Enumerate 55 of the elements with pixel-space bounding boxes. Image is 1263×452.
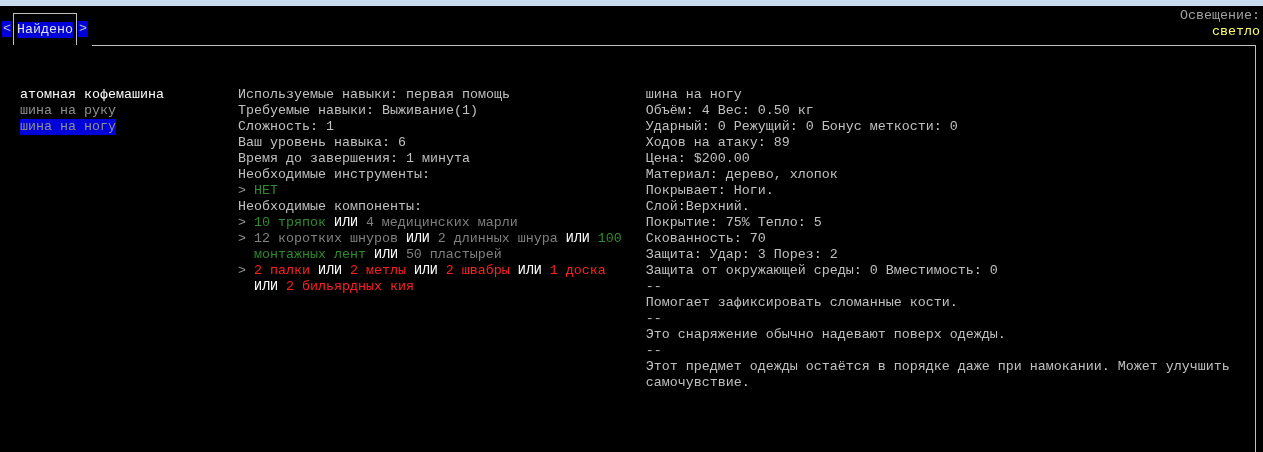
- or-separator: ИЛИ: [317, 263, 342, 279]
- component-option: 100: [597, 231, 622, 247]
- item-info-text: шина на ногу: [645, 87, 742, 103]
- requirement-text: Используемые навыки: первая помощь: [237, 87, 510, 103]
- or-separator: ИЛИ: [253, 279, 278, 295]
- item-info-text: Это снаряжение обычно надевают поверх одежды.: [645, 327, 1006, 343]
- item-info-text: --: [645, 343, 662, 359]
- component-option: 1 доска: [549, 263, 606, 279]
- item-info-text: Этот предмет одежды остаётся в порядке даже при намокании. Может улучшить самочувствие.: [645, 359, 1231, 391]
- or-separator: ИЛИ: [565, 231, 590, 247]
- tools-heading: Необходимые инструменты:: [237, 167, 430, 183]
- item-info-text: Ударный: 0 Режущий: 0 Бонус меткости: 0: [645, 119, 958, 135]
- item-info-text: --: [645, 279, 662, 295]
- components-heading: Необходимые компоненты:: [237, 199, 422, 215]
- or-separator: ИЛИ: [373, 247, 398, 263]
- requirement-text: Ваш уровень навыка: 6: [237, 135, 406, 151]
- recipe-item[interactable]: атомная кофемашина: [20, 87, 164, 103]
- component-option: 2 швабры: [445, 263, 510, 279]
- requirement-text: Время до завершения: 1 минута: [237, 151, 470, 167]
- requirement-text: Требуемые навыки: Выживание(1): [237, 103, 478, 119]
- item-info-text: Ходов на атаку: 89: [645, 135, 790, 151]
- item-info-text: --: [645, 311, 662, 327]
- item-info-text: Объём: 4 Вес: 0.50 кг: [645, 103, 814, 119]
- item-info-text: Цена: $200.00: [645, 151, 750, 167]
- or-separator: ИЛИ: [333, 215, 358, 231]
- item-info-text: Материал: дерево, хлопок: [645, 167, 838, 183]
- lighting-value: светло: [1212, 24, 1260, 40]
- tab[interactable]: Найдено: [17, 21, 73, 38]
- component-option: 4 медицинских марли: [365, 215, 518, 231]
- item-info-text: Скованность: 70: [645, 231, 766, 247]
- lighting-label: Освещение:: [1180, 8, 1260, 24]
- item-info-text: Слой:Верхний.: [645, 199, 750, 215]
- component-option: 50 пластырей: [405, 247, 502, 263]
- marker-text: >: [237, 183, 246, 199]
- item-info-text: Защита от окружающей среды: 0 Вместимость: 0: [645, 263, 998, 279]
- component-option: НЕТ: [253, 183, 278, 199]
- marker-text: >: [237, 231, 246, 247]
- marker-text: >: [237, 215, 246, 231]
- component-option: 12 коротких шнуров: [253, 231, 398, 247]
- recipe-item[interactable]: шина на руку: [20, 103, 116, 119]
- item-info-text: Защита: Удар: 3 Порез: 2: [645, 247, 838, 263]
- component-option: 2 бильярдных кия: [285, 279, 414, 295]
- component-option: монтажных лент: [253, 247, 366, 263]
- or-separator: ИЛИ: [517, 263, 542, 279]
- component-option: 10 тряпок: [253, 215, 326, 231]
- component-option: 2 метлы: [349, 263, 406, 279]
- requirement-text: Сложность: 1: [237, 119, 334, 135]
- item-info-text: Помогает зафиксировать сломанные кости.: [645, 295, 958, 311]
- item-info-text: Покрывает: Ноги.: [645, 183, 774, 199]
- or-separator: ИЛИ: [405, 231, 430, 247]
- component-option: 2 палки: [253, 263, 310, 279]
- item-info-text: Покрытие: 75% Тепло: 5: [645, 215, 822, 231]
- or-separator: ИЛИ: [413, 263, 438, 279]
- component-option: 2 длинных шнура: [437, 231, 558, 247]
- marker-text: >: [237, 263, 246, 279]
